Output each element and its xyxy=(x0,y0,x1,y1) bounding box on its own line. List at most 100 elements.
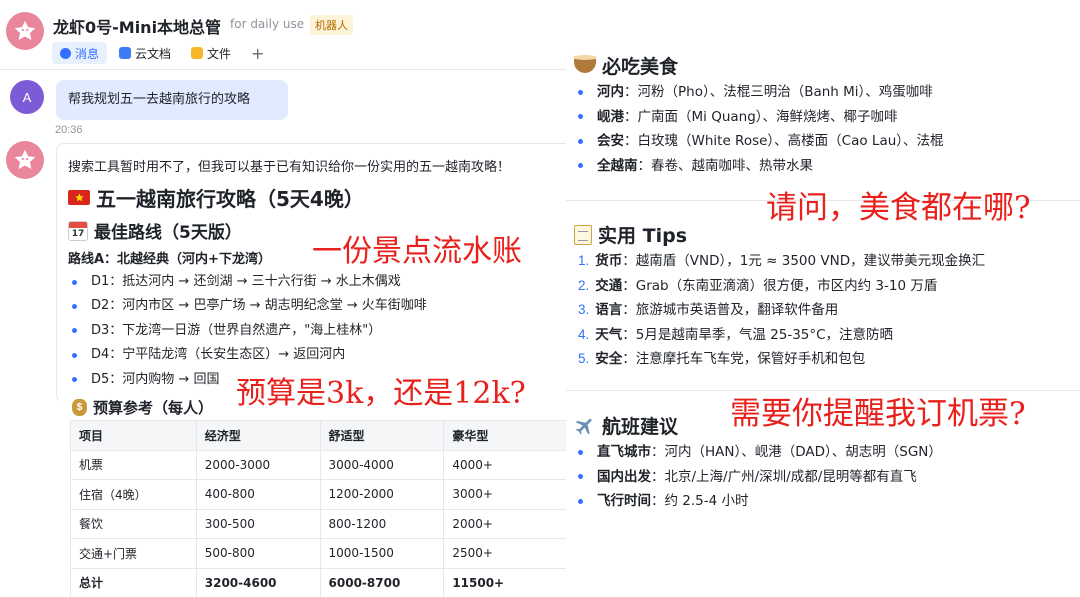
vietnam-flag-icon xyxy=(68,190,90,205)
list-item: 河内 ：河粉（Pho）、法棍三明治（Banh Mi）、鸡蛋咖啡 xyxy=(578,80,944,105)
budget-title: 预算参考（每人） xyxy=(72,397,213,418)
table-cell: 机票 xyxy=(70,449,197,480)
bullet-icon xyxy=(578,163,583,169)
table-row: 机票 2000-3000 3000-4000 4000+ xyxy=(70,449,566,480)
table-header-cell: 经济型 xyxy=(195,420,321,451)
list-item: 直飞城市 ：河内（HAN）、岘港（DAD）、胡志明（SGN） xyxy=(578,440,942,465)
table-cell: 400-800 xyxy=(195,479,321,510)
flights-list: 直飞城市 ：河内（HAN）、岘港（DAD）、胡志明（SGN） 国内出发 ：北京/上海… xyxy=(578,440,942,514)
table-cell: 餐饮 xyxy=(70,508,197,539)
user-avatar[interactable]: A xyxy=(10,80,44,114)
reply-intro: 搜索工具暂时用不了，但我可以基于已有知识给你一份实用的五一越南攻略！ xyxy=(68,160,511,175)
budget-table: 项目 经济型 舒适型 豪华型 机票 2000-3000 3000-4000 40… xyxy=(70,420,566,597)
reply-title: 五一越南旅行攻略（5天4晚） xyxy=(68,183,364,212)
tab-label: 云文档 xyxy=(135,46,172,61)
list-item: D4：宁平陆龙湾（长安生态区）→ 返回河内 xyxy=(72,343,427,367)
food-section-title: 必吃美食 xyxy=(573,52,678,79)
bullet-icon xyxy=(578,89,583,95)
list-item: 飞行时间 ：约 2.5-4 小时 xyxy=(578,489,942,514)
table-cell: 3200-4600 xyxy=(195,567,321,597)
table-cell: 1000-1500 xyxy=(319,538,445,569)
annotation-budget: 预算是3k，还是12k? xyxy=(236,376,526,411)
list-item: 3. 语言 ：旅游城市英语普及，翻译软件备用 xyxy=(578,302,839,318)
user-message: 帮我规划五一去越南旅行的攻略 xyxy=(56,80,288,120)
list-item: D3：下龙湾一日游（世界自然遗产，"海上桂林"） xyxy=(72,319,427,343)
message-timestamp: 20:36 xyxy=(55,124,83,136)
bot-avatar[interactable] xyxy=(6,141,44,179)
star-icon xyxy=(14,149,36,169)
bot-avatar[interactable] xyxy=(6,12,44,50)
list-item: 全越南 ：春卷、越南咖啡、热带水果 xyxy=(578,154,944,179)
tips-list: 1. 货币 ：越南盾（VND），1元 ≈ 3500 VND，建议带美元现金换汇 2.… xyxy=(578,249,985,372)
message-icon xyxy=(60,47,71,59)
bullet-icon xyxy=(578,138,583,144)
list-item: D1：抵达河内 → 还剑湖 → 三十六行街 → 水上木偶戏 xyxy=(72,270,427,294)
table-cell: 1200-2000 xyxy=(319,479,445,510)
route-label: 路线A：北越经典（河内+下龙湾） xyxy=(68,252,271,267)
list-item: 2. 交通 ：Grab（东南亚滴滴）很方便，市区内约 3-10 万盾 xyxy=(578,277,938,294)
bullet-icon xyxy=(72,279,77,285)
table-cell: 4000+ xyxy=(443,449,566,480)
bullet-icon xyxy=(72,328,77,334)
table-total-row: 总计 3200-4600 6000-8700 11500+ xyxy=(70,567,566,597)
annotation-food: 请问，美食都在哪? xyxy=(766,190,1031,226)
flights-section-title: 航班建议 xyxy=(574,412,678,439)
doc-icon xyxy=(119,47,132,59)
table-cell: 2000-3000 xyxy=(195,449,321,480)
table-cell: 交通+门票 xyxy=(70,538,197,569)
table-cell: 500-800 xyxy=(195,538,321,569)
list-item: 4. 天气 ：5月是越南旱季，气温 25-35°C，注意防晒 xyxy=(578,326,894,343)
memo-icon xyxy=(574,224,592,245)
table-row: 交通+门票 500-800 1000-1500 2500+ xyxy=(70,538,566,569)
table-cell: 6000-8700 xyxy=(319,567,445,597)
bullet-icon xyxy=(72,377,77,383)
bullet-icon xyxy=(578,498,583,504)
tab-label: 消息 xyxy=(75,46,100,61)
budget-section: 预算参考（每人） 项目 经济型 舒适型 豪华型 机票 2000-3000 300… xyxy=(58,388,566,597)
bot-tag-badge: 机器人 xyxy=(310,15,353,35)
chat-panel: 龙虾0号-Mini本地总管 for daily use 机器人 消息 云文档 文… xyxy=(0,0,566,597)
table-cell: 3000-4000 xyxy=(319,449,445,480)
tab-label: 文件 xyxy=(207,46,232,61)
list-item: 5. 安全 ：注意摩托车飞车党，保管好手机和包包 xyxy=(578,351,866,367)
tips-section-title: 实用 Tips xyxy=(574,221,687,248)
calendar-icon: 17 xyxy=(68,220,88,241)
food-list: 河内 ：河粉（Pho）、法棍三明治（Banh Mi）、鸡蛋咖啡 岘港 ：广南面（Mi… xyxy=(578,80,944,178)
table-cell: 300-500 xyxy=(195,508,321,539)
list-item: 会安 ：白玫瑰（White Rose）、高楼面（Cao Lau）、法棍 xyxy=(578,129,944,154)
money-bag-icon xyxy=(72,399,87,416)
airplane-icon xyxy=(575,418,592,434)
bullet-icon xyxy=(578,449,583,455)
tab-messages[interactable]: 消息 xyxy=(52,42,108,64)
tab-docs[interactable]: 云文档 xyxy=(111,42,179,64)
list-item: 岘港 ：广南面（Mi Quang）、海鲜烧烤、椰子咖啡 xyxy=(578,105,944,130)
route-heading: 17 最佳路线（5天版） xyxy=(68,218,242,243)
route-heading-text: 最佳路线（5天版） xyxy=(94,223,242,243)
noodle-bowl-icon xyxy=(573,54,597,73)
list-item: 1. 货币 ：越南盾（VND），1元 ≈ 3500 VND，建议带美元现金换汇 xyxy=(578,253,986,269)
bullet-icon xyxy=(578,474,583,480)
table-cell: 11500+ xyxy=(443,567,566,597)
chat-subtitle: for daily use xyxy=(230,17,305,31)
table-header-cell: 项目 xyxy=(70,420,197,451)
annotation-itinerary: 一份景点流水账 xyxy=(312,234,522,269)
bullet-icon xyxy=(72,352,77,358)
table-cell: 2500+ xyxy=(443,538,566,569)
table-row: 住宿（4晚） 400-800 1200-2000 3000+ xyxy=(70,479,566,510)
chat-tabs: 消息 云文档 文件 + xyxy=(52,42,272,64)
guide-continuation-panel: 必吃美食 河内 ：河粉（Pho）、法棍三明治（Banh Mi）、鸡蛋咖啡 岘港 ：广… xyxy=(566,0,1080,597)
table-header-cell: 豪华型 xyxy=(443,420,566,451)
table-row: 餐饮 300-500 800-1200 2000+ xyxy=(70,508,566,539)
folder-icon xyxy=(191,47,204,59)
table-cell: 总计 xyxy=(70,567,197,597)
chat-title: 龙虾0号-Mini本地总管 xyxy=(53,18,222,37)
tab-files[interactable]: 文件 xyxy=(183,42,239,64)
table-header-cell: 舒适型 xyxy=(319,420,445,451)
reply-title-text: 五一越南旅行攻略（5天4晚） xyxy=(96,187,364,211)
table-cell: 住宿（4晚） xyxy=(70,479,197,510)
add-tab-button[interactable]: + xyxy=(243,44,272,63)
bullet-icon xyxy=(578,114,583,120)
annotation-flights: 需要你提醒我订机票? xyxy=(730,396,1026,432)
star-icon xyxy=(14,20,36,40)
bullet-icon xyxy=(72,304,77,310)
